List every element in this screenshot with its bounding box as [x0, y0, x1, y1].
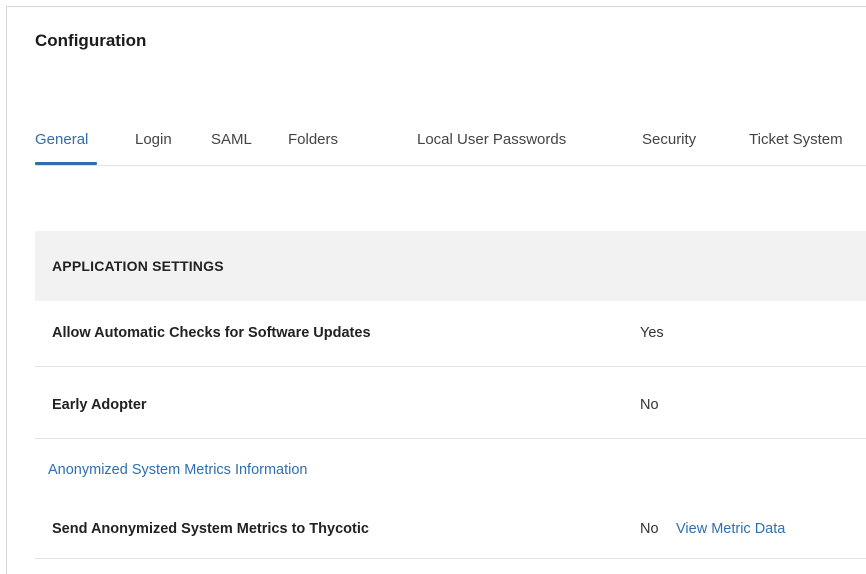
- section-title: APPLICATION SETTINGS: [52, 258, 224, 274]
- setting-row-early-adopter: Early Adopter No: [35, 373, 866, 439]
- setting-value: No: [640, 397, 659, 413]
- setting-value: Yes: [640, 325, 664, 341]
- setting-row-software-updates: Allow Automatic Checks for Software Upda…: [35, 301, 866, 367]
- tab-login[interactable]: Login: [135, 131, 172, 148]
- setting-label: Allow Automatic Checks for Software Upda…: [52, 325, 371, 341]
- tab-local-user-passwords[interactable]: Local User Passwords: [417, 131, 566, 148]
- metrics-info-link[interactable]: Anonymized System Metrics Information: [48, 462, 307, 478]
- tab-ticket-system[interactable]: Ticket System: [749, 131, 843, 148]
- system-metrics-block: Anonymized System Metrics Information Se…: [35, 439, 866, 559]
- tab-folders[interactable]: Folders: [288, 131, 338, 148]
- setting-label: Send Anonymized System Metrics to Thycot…: [52, 521, 369, 537]
- view-metric-data-link[interactable]: View Metric Data: [676, 521, 785, 537]
- setting-value: No: [640, 521, 659, 537]
- application-settings-header: APPLICATION SETTINGS: [35, 231, 866, 301]
- tab-saml[interactable]: SAML: [211, 131, 252, 148]
- configuration-panel: Configuration General Login SAML Folders…: [6, 6, 866, 574]
- setting-label: Early Adopter: [52, 397, 147, 413]
- active-tab-indicator: [35, 162, 97, 165]
- tab-bar: General Login SAML Folders Local User Pa…: [35, 131, 866, 166]
- page-title: Configuration: [35, 31, 147, 50]
- tab-security[interactable]: Security: [642, 131, 696, 148]
- tab-general[interactable]: General: [35, 131, 88, 148]
